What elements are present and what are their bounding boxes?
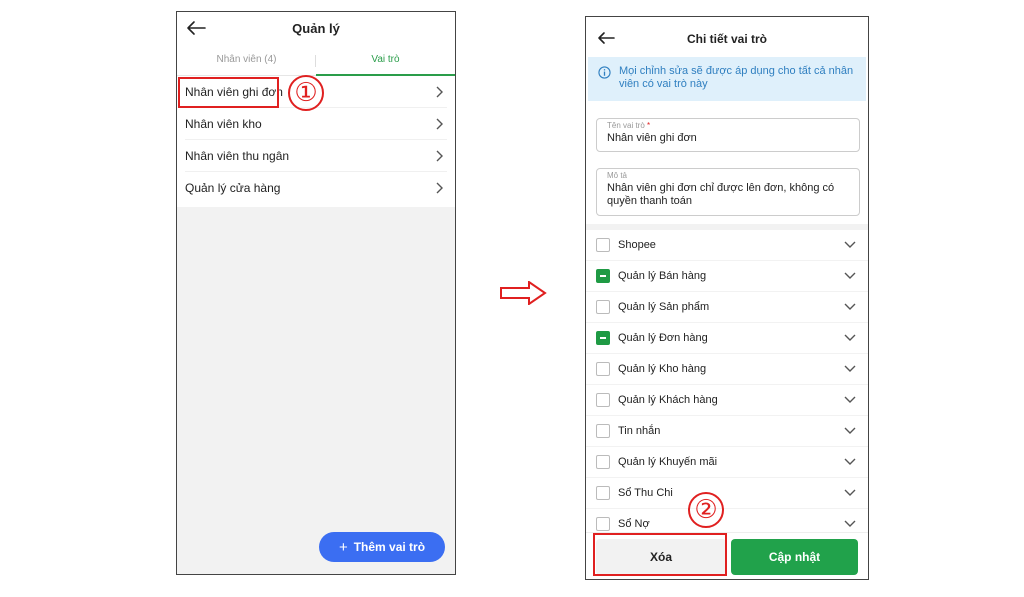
add-role-button[interactable]: + Thêm vai trò xyxy=(319,532,445,562)
add-role-label: Thêm vai trò xyxy=(353,540,426,554)
checkbox[interactable] xyxy=(596,486,610,500)
permission-label: Shopee xyxy=(618,239,656,251)
role-label: Nhân viên thu ngân xyxy=(185,148,290,163)
role-label: Quản lý cửa hàng xyxy=(185,181,281,195)
chevron-down-icon[interactable] xyxy=(844,520,856,528)
chevron-down-icon[interactable] xyxy=(844,241,856,249)
permission-item[interactable]: Tin nhắn xyxy=(586,416,868,447)
permission-label: Quản lý Khách hàng xyxy=(618,394,718,406)
checkbox[interactable] xyxy=(596,269,610,283)
permission-label: Sổ Nợ xyxy=(618,518,650,530)
arrow-right-outline-icon xyxy=(500,281,547,305)
permission-label: Quản lý Khuyến mãi xyxy=(618,456,718,468)
required-mark: * xyxy=(647,121,651,130)
checkbox[interactable] xyxy=(596,424,610,438)
role-detail-screen: Chi tiết vai trò Mọi chỉnh sửa sẽ được á… xyxy=(585,16,869,580)
role-name-field[interactable]: Tên vai trò * Nhân viên ghi đơn xyxy=(596,118,860,152)
step2-marker: ② xyxy=(688,492,724,528)
page-title: Quản lý xyxy=(292,21,340,36)
chevron-right-icon xyxy=(436,86,443,98)
info-banner: Mọi chỉnh sửa sẽ được áp dụng cho tất cả… xyxy=(588,57,866,101)
empty-background xyxy=(177,207,455,574)
permission-item[interactable]: Sổ Thu Chi xyxy=(586,478,868,509)
chevron-down-icon[interactable] xyxy=(844,334,856,342)
chevron-right-icon xyxy=(436,150,443,162)
checkbox[interactable] xyxy=(596,393,610,407)
tab-bar: Nhân viên (4) Vai trò xyxy=(177,44,455,76)
checkbox[interactable] xyxy=(596,331,610,345)
role-item-store-manager[interactable]: Quản lý cửa hàng xyxy=(185,172,447,204)
description-field[interactable]: Mô tả Nhân viên ghi đơn chỉ được lên đơn… xyxy=(596,168,860,216)
permission-item[interactable]: Quản lý Bán hàng xyxy=(586,261,868,292)
role-item-cashier[interactable]: Nhân viên thu ngân xyxy=(185,140,447,172)
permission-label: Tin nhắn xyxy=(618,425,661,437)
step1-marker: ① xyxy=(288,75,324,111)
chevron-down-icon[interactable] xyxy=(844,427,856,435)
chevron-down-icon[interactable] xyxy=(844,272,856,280)
permission-item[interactable]: Quản lý Kho hàng xyxy=(586,354,868,385)
permission-item[interactable]: Quản lý Khuyến mãi xyxy=(586,447,868,478)
info-text: Mọi chỉnh sửa sẽ được áp dụng cho tất cả… xyxy=(619,65,854,90)
description-value: Nhân viên ghi đơn chỉ được lên đơn, khôn… xyxy=(607,182,835,207)
page-title: Chi tiết vai trò xyxy=(686,32,767,46)
checkbox[interactable] xyxy=(596,238,610,252)
permission-item[interactable]: Quản lý Đơn hàng xyxy=(586,323,868,354)
permission-label: Quản lý Bán hàng xyxy=(618,270,707,282)
chevron-right-icon xyxy=(436,118,443,130)
permission-label: Quản lý Kho hàng xyxy=(618,363,707,375)
checkbox[interactable] xyxy=(596,362,610,376)
permission-label: Sổ Thu Chi xyxy=(618,487,673,499)
permission-item[interactable]: Quản lý Khách hàng xyxy=(586,385,868,416)
checkbox[interactable] xyxy=(596,300,610,314)
chevron-down-icon[interactable] xyxy=(844,396,856,404)
permission-list: Shopee Quản lý Bán hàng Quản lý Sản phẩm Qu… xyxy=(586,230,868,540)
role-name-value: Nhân viên ghi đơn xyxy=(607,132,697,144)
checkbox[interactable] xyxy=(596,455,610,469)
highlight-box-step2 xyxy=(593,533,727,576)
tab-roles[interactable]: Vai trò xyxy=(316,44,455,76)
tab-employees[interactable]: Nhân viên (4) xyxy=(177,44,316,75)
chevron-down-icon[interactable] xyxy=(844,303,856,311)
plus-icon: + xyxy=(338,538,348,556)
chevron-down-icon[interactable] xyxy=(844,365,856,373)
role-label: Nhân viên kho xyxy=(185,116,262,131)
role-name-label: Tên vai trò * xyxy=(607,121,651,130)
chevron-down-icon[interactable] xyxy=(844,458,856,466)
permission-label: Quản lý Đơn hàng xyxy=(618,332,708,344)
checkbox[interactable] xyxy=(596,517,610,531)
chevron-down-icon[interactable] xyxy=(844,489,856,497)
info-icon xyxy=(598,66,611,79)
header: Chi tiết vai trò xyxy=(586,17,868,57)
highlight-box-step1 xyxy=(178,77,279,108)
header: Quản lý xyxy=(177,12,455,44)
permission-item[interactable]: Quản lý Sản phẩm xyxy=(586,292,868,323)
permission-label: Quản lý Sản phẩm xyxy=(618,301,710,313)
permission-item[interactable]: Shopee xyxy=(586,230,868,261)
update-button[interactable]: Cập nhật xyxy=(731,539,858,575)
chevron-right-icon xyxy=(436,182,443,194)
description-label: Mô tả xyxy=(607,171,628,180)
role-item-warehouse-staff[interactable]: Nhân viên kho xyxy=(185,108,447,140)
